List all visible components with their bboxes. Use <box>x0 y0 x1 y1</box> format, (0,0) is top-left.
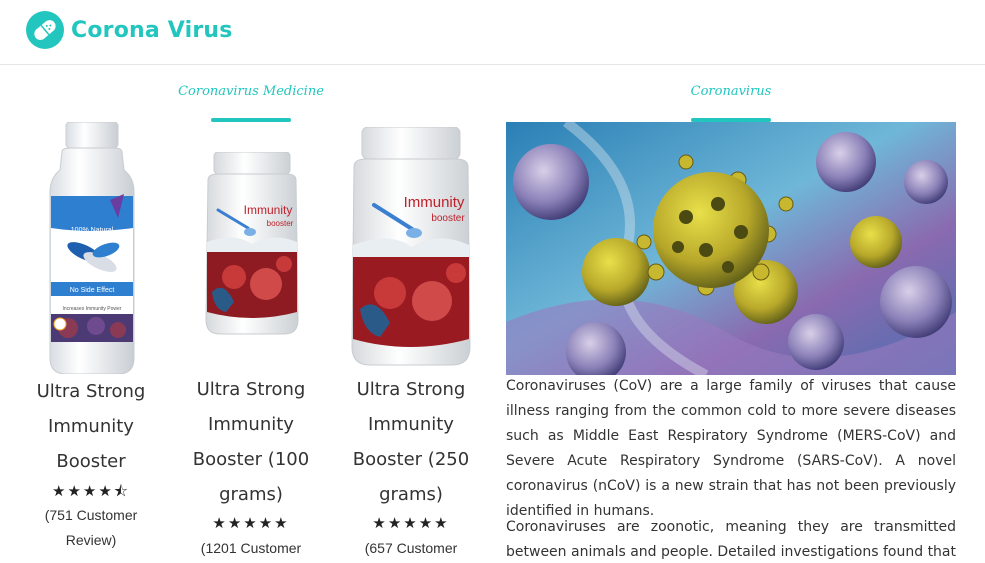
svg-text:booster: booster <box>267 219 294 228</box>
section-underline-medicine <box>211 118 291 122</box>
coronavirus-image <box>506 122 956 375</box>
article-paragraph: Coronaviruses are zoonotic, meaning they… <box>506 519 956 560</box>
product-name[interactable]: Ultra Strong Immunity Booster (250 grams… <box>335 372 487 512</box>
review-count[interactable]: (1201 Customer <box>175 536 327 561</box>
svg-text:Immunity: Immunity <box>404 194 465 211</box>
article-paragraph: Coronaviruses (CoV) are a large family o… <box>506 378 956 519</box>
review-count[interactable]: (657 Customer <box>335 536 487 561</box>
svg-text:100% Natural: 100% Natural <box>71 227 114 234</box>
product-name[interactable]: Ultra Strong Immunity Booster (100 grams… <box>175 372 327 512</box>
product-image-booster-250g[interactable]: Immunity booster <box>350 126 472 367</box>
rating-stars: ★★★★★ <box>212 515 290 532</box>
svg-text:booster: booster <box>431 213 465 224</box>
rating-stars: ★★★★★ <box>372 515 450 532</box>
brand-name[interactable]: Corona Virus <box>71 18 233 43</box>
product-image-booster[interactable]: 100% Natural No Side Effect Increases Im… <box>48 121 136 375</box>
svg-text:Increases Immunity Power: Increases Immunity Power <box>63 306 122 312</box>
svg-text:Immunity: Immunity <box>244 203 293 217</box>
pill-icon[interactable] <box>26 11 64 49</box>
review-count[interactable]: (751 Customer Review) <box>15 503 167 553</box>
product-image-booster-100g[interactable]: Immunity booster <box>204 151 300 336</box>
site-header: Corona Virus <box>0 0 985 65</box>
svg-text:No Side Effect: No Side Effect <box>70 287 115 294</box>
section-title-coronavirus: Coronavirus <box>690 84 772 99</box>
section-title-medicine: Coronavirus Medicine <box>178 84 324 99</box>
product-name[interactable]: Ultra Strong Immunity Booster <box>15 374 167 479</box>
